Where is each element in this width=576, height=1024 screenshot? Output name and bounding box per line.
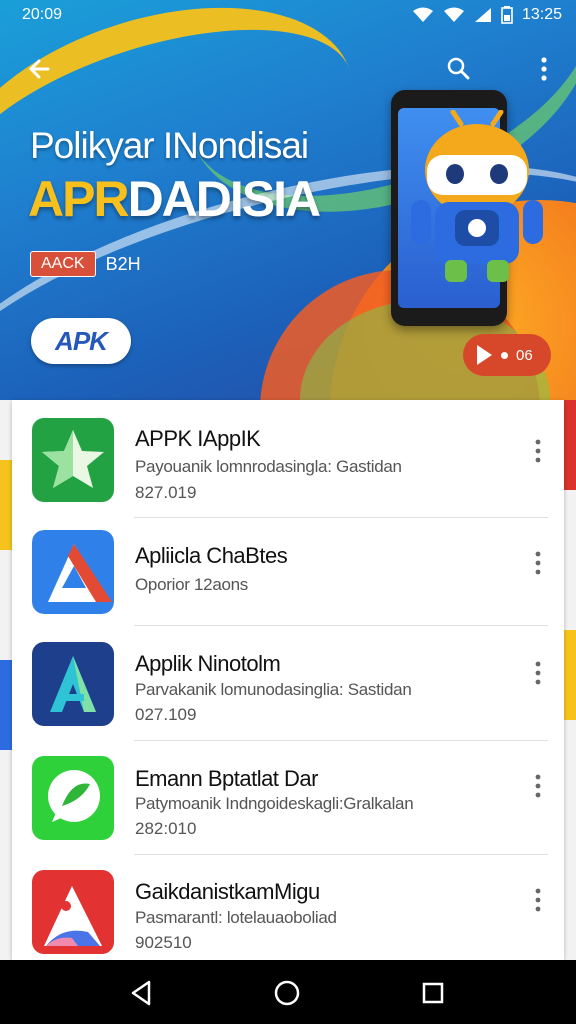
navy-a-icon — [32, 642, 114, 726]
apk-logo: APK — [31, 318, 131, 364]
red-a-icon — [32, 870, 114, 954]
item-menu-button[interactable] — [528, 436, 548, 466]
app-title: Apliicla ChaBtes — [135, 543, 288, 568]
item-menu-button[interactable] — [528, 548, 548, 578]
app-subtitle: Parvakanik lomunodasinglia: Sastidan — [135, 680, 412, 699]
play-button[interactable]: 06 — [463, 334, 551, 376]
app-subtitle: Pasmarantl: lotelauaoboliad — [135, 908, 337, 927]
app-meta: 902510 — [135, 933, 192, 952]
app-title: Emann Bptatlat Dar — [135, 766, 318, 791]
item-menu-button[interactable] — [528, 885, 548, 915]
app-meta: 027.109 — [135, 705, 197, 724]
battery-icon — [501, 6, 513, 24]
green-chat-icon — [32, 756, 114, 840]
hero-headline-part: DADISIA — [127, 171, 322, 227]
arrow-left-icon — [29, 59, 50, 79]
hero-headline: APRDADISIA — [28, 170, 322, 228]
more-vert-icon — [535, 551, 541, 575]
list-item[interactable]: GaikdanistkamMigu Pasmarantl: lotelauaob… — [12, 855, 564, 960]
back-button[interactable] — [22, 54, 58, 84]
nav-back-button[interactable] — [125, 976, 159, 1010]
apk-logo-text: APK — [55, 325, 108, 356]
app-subtitle: Payouanik lomnrodasingla: Gastidan — [135, 457, 402, 476]
wifi-icon — [443, 7, 464, 22]
list-item[interactable]: Applik Ninotolm Parvakanik lomunodasingl… — [12, 626, 564, 741]
search-icon — [447, 57, 470, 80]
list-item[interactable]: Apliicla ChaBtes Oporior 12aons — [12, 518, 564, 626]
item-menu-button[interactable] — [528, 658, 548, 688]
item-menu-button[interactable] — [528, 771, 548, 801]
red-blue-triangle-icon — [32, 530, 114, 614]
circle-home-icon — [274, 980, 300, 1006]
status-icons: 13:25 — [412, 6, 562, 24]
status-bar: 20:09 13:25 — [0, 0, 576, 30]
app-subtitle: Oporior 12aons — [135, 575, 248, 594]
green-star-icon — [32, 418, 114, 502]
nav-recents-button[interactable] — [416, 976, 450, 1010]
app-title: APPK IAppIK — [135, 426, 261, 451]
signal-icon — [474, 8, 491, 22]
app-list: APPK IAppIK Payouanik lomnrodasingla: Ga… — [12, 400, 564, 960]
app-title: GaikdanistkamMigu — [135, 879, 320, 904]
android-robot-icon — [411, 110, 543, 282]
wifi-icon — [412, 7, 433, 22]
hero-tag-text: B2H — [105, 253, 141, 274]
square-recents-icon — [422, 982, 444, 1004]
system-nav-bar — [0, 960, 576, 1024]
app-subtitle: Patymoanik Indngoideskagli:Gralkalan — [135, 794, 414, 813]
hero-tag-row: AACK B2H — [30, 251, 141, 277]
list-item[interactable]: APPK IAppIK Payouanik lomnrodasingla: Ga… — [12, 400, 564, 518]
hero-headline-part: APR — [28, 171, 130, 227]
search-button[interactable] — [444, 54, 474, 84]
list-item[interactable]: Emann Bptatlat Dar Patymoanik Indngoides… — [12, 741, 564, 855]
status-time-right: 13:25 — [521, 6, 562, 23]
app-title: Applik Ninotolm — [135, 651, 281, 676]
more-vert-icon — [535, 439, 541, 463]
triangle-back-icon — [131, 980, 151, 1006]
overflow-menu-button[interactable] — [532, 54, 556, 84]
hero-tag-chip: AACK — [30, 251, 96, 277]
hero-banner: 20:09 13:25 Polikyar INondisai APRDADISI… — [0, 0, 576, 400]
more-vert-icon — [535, 774, 541, 798]
app-meta: 282:010 — [135, 819, 197, 838]
app-screen: 20:09 13:25 Polikyar INondisai APRDADISI… — [0, 0, 576, 1024]
pill-dot — [501, 351, 508, 359]
status-time-left: 20:09 — [22, 6, 63, 23]
play-count: 06 — [516, 346, 533, 364]
play-icon — [477, 345, 492, 365]
app-meta: 827.019 — [135, 483, 197, 502]
more-vert-icon — [535, 888, 541, 912]
hero-title: Polikyar INondisai — [30, 125, 309, 166]
more-vert-icon — [535, 661, 541, 685]
more-vert-icon — [541, 57, 547, 81]
top-app-bar — [0, 44, 576, 92]
nav-home-button[interactable] — [270, 976, 304, 1010]
